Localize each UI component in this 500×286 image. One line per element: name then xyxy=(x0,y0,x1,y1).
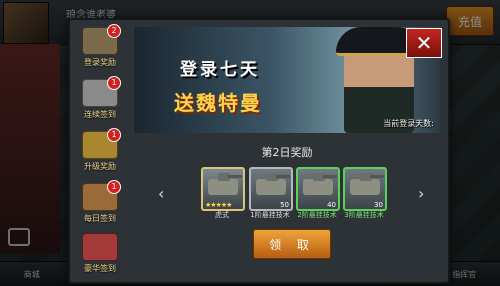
gift-icon xyxy=(82,233,118,261)
close-icon: ✕ xyxy=(415,31,433,55)
sidebar-item-label: 每日签到 xyxy=(84,214,116,223)
tank-icon xyxy=(350,173,384,195)
sidebar-item-label: 豪华签到 xyxy=(84,264,116,273)
sidebar-item-level-reward[interactable]: 升级奖励 1 xyxy=(73,126,127,172)
reward-count: 30 xyxy=(374,201,383,209)
sidebar-item-login-reward[interactable]: 登录奖励 2 xyxy=(73,22,127,68)
reward-count: 50 xyxy=(280,201,289,209)
star-rating: ★★★★★ xyxy=(205,201,232,209)
banner-subtitle: 送魏特曼 xyxy=(174,91,262,115)
sidebar-item-label: 连续签到 xyxy=(84,110,116,119)
chevron-right-icon[interactable]: › xyxy=(418,184,424,203)
reward-label: 3阶悬挂技术 xyxy=(344,211,384,219)
banner-title: 登录七天 xyxy=(180,60,260,80)
reward-item[interactable]: 50 xyxy=(249,167,293,211)
day-reward-title: 第2日奖励 xyxy=(261,146,313,159)
sidebar-item-daily-checkin[interactable]: 每日签到 1 xyxy=(73,178,127,224)
tank-icon xyxy=(256,173,290,195)
tank-icon xyxy=(208,173,242,195)
reward-sidebar: 登录奖励 2 连续签到 1 升级奖励 1 每日签到 1 豪华签到 xyxy=(68,18,132,280)
sidebar-item-luxury-checkin[interactable]: 豪华签到 xyxy=(73,228,127,274)
notification-badge: 2 xyxy=(107,24,121,38)
notification-badge: 1 xyxy=(107,76,121,90)
sidebar-item-label: 登录奖励 xyxy=(84,58,116,67)
notification-badge: 1 xyxy=(107,180,121,194)
sidebar-item-consecutive-checkin[interactable]: 连续签到 1 xyxy=(73,74,127,120)
reward-count: 40 xyxy=(327,201,336,209)
notification-badge: 1 xyxy=(107,128,121,142)
claim-button[interactable]: 领 取 xyxy=(253,229,331,259)
reward-label: 2阶悬挂技术 xyxy=(297,211,337,219)
reward-item[interactable]: 40 xyxy=(296,167,340,211)
close-button[interactable]: ✕ xyxy=(406,28,442,58)
event-banner: 登录七天 送魏特曼 当前登录天数: xyxy=(134,27,440,133)
sidebar-item-label: 升级奖励 xyxy=(84,162,116,171)
reward-label: 虎式 xyxy=(215,211,229,219)
chevron-left-icon[interactable]: ‹ xyxy=(158,184,164,203)
tank-icon xyxy=(303,173,337,195)
reward-item[interactable]: ★★★★★ xyxy=(201,167,245,211)
reward-item[interactable]: 30 xyxy=(343,167,387,211)
reward-label: 1阶悬挂技术 xyxy=(250,211,290,219)
login-days-caption: 当前登录天数: xyxy=(383,119,434,128)
